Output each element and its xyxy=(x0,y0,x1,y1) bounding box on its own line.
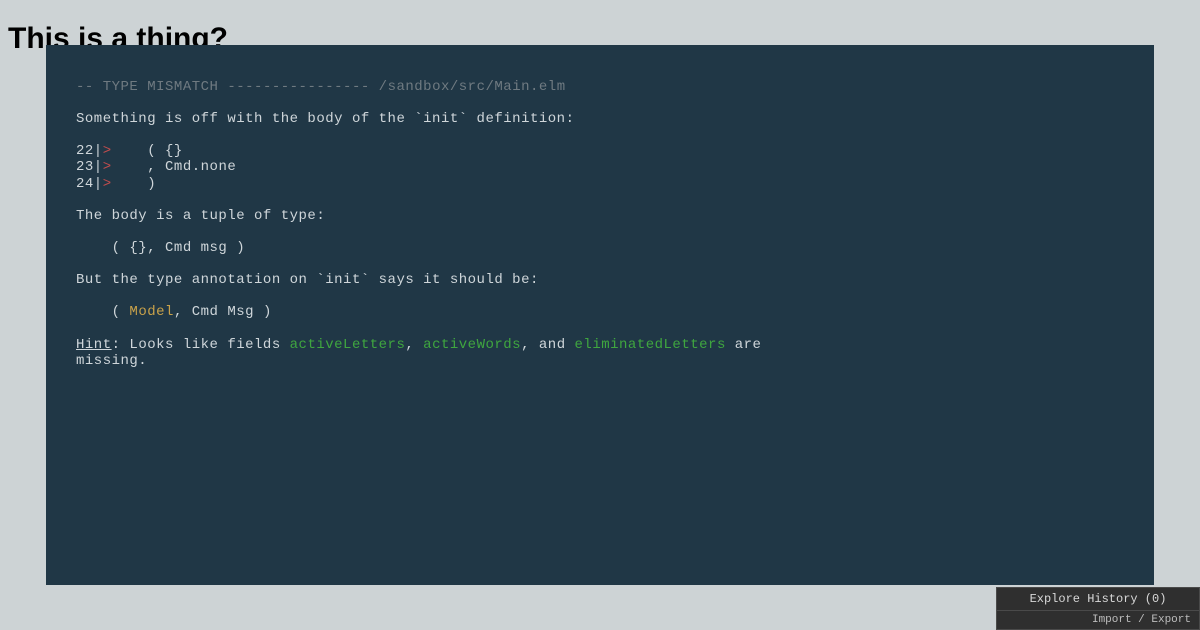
explore-history-button[interactable]: Explore History (0) xyxy=(997,588,1199,611)
body-is-line: The body is a tuple of type: xyxy=(76,208,325,224)
hint-line: Hint: Looks like fields activeLetters, a… xyxy=(76,337,761,369)
error-message: -- TYPE MISMATCH ---------------- /sandb… xyxy=(76,79,1124,369)
error-panel: -- TYPE MISMATCH ---------------- /sandb… xyxy=(46,45,1154,585)
code-line-24: 24|> ) xyxy=(76,176,156,192)
code-line-23: 23|> , Cmd.none xyxy=(76,159,236,175)
actual-type: ( {}, Cmd msg ) xyxy=(76,240,245,256)
error-intro: Something is off with the body of the `i… xyxy=(76,111,574,127)
import-export-button[interactable]: Import / Export xyxy=(997,611,1199,629)
code-line-22: 22|> ( {} xyxy=(76,143,183,159)
expected-type: ( Model, Cmd Msg ) xyxy=(76,304,272,320)
but-line: But the type annotation on `init` says i… xyxy=(76,272,539,288)
error-header: -- TYPE MISMATCH ---------------- /sandb… xyxy=(76,79,566,95)
debugger-bar: Explore History (0) Import / Export xyxy=(996,587,1200,630)
